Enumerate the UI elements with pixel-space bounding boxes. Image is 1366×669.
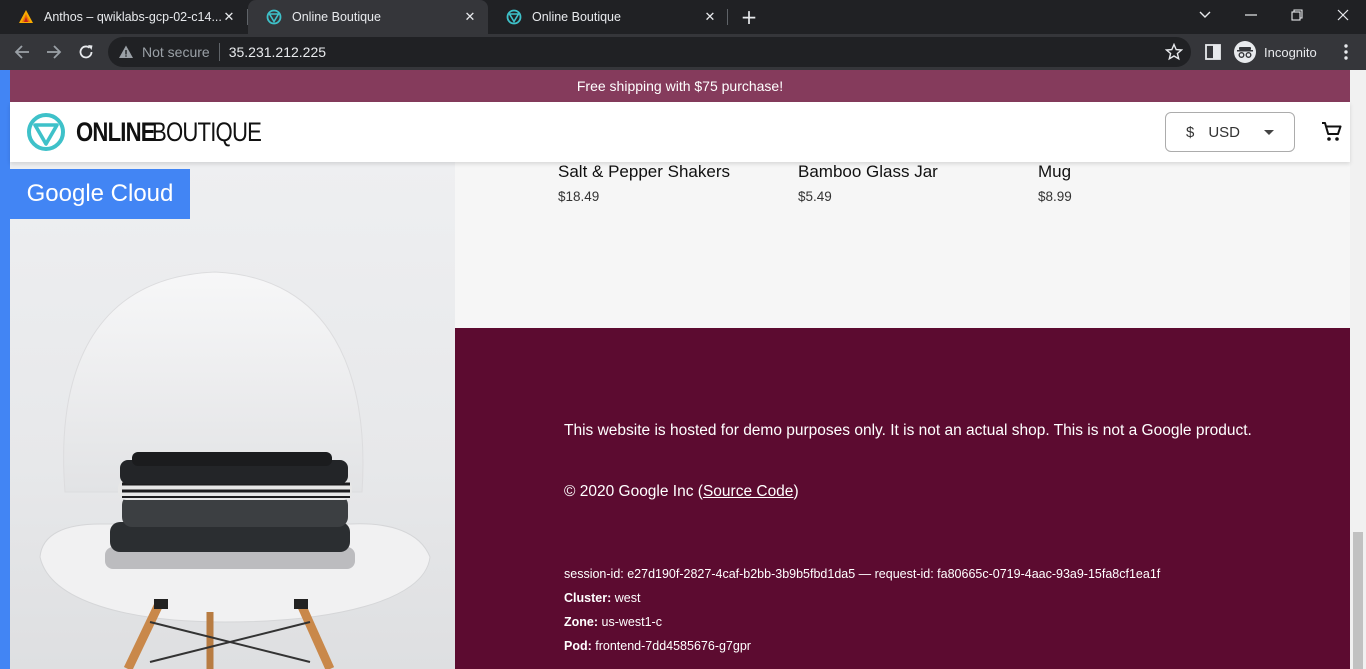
security-label[interactable]: Not secure [142,44,210,60]
session-info: session-id: e27d190f-2827-4caf-b2bb-3b9b… [564,567,1161,581]
tab-title: Anthos – qwiklabs-gcp-02-c14... [44,10,221,24]
address-bar[interactable]: Not secure 35.231.212.225 [108,37,1191,67]
logo-text-bold: ONLINE [76,116,156,147]
incognito-profile-button[interactable]: Incognito [1231,39,1327,65]
close-tab-icon[interactable]: ✕ [221,9,237,25]
currency-code: USD [1208,123,1241,141]
boutique-logo-icon [266,9,282,25]
product-card[interactable]: Bamboo Glass Jar $5.49 [798,162,938,204]
more-menu-icon[interactable] [1336,42,1356,62]
cluster-label: Cluster: [564,591,612,605]
tab-search-chevron-icon[interactable] [1182,0,1228,30]
source-code-link[interactable]: Source Code [703,483,793,500]
boutique-logo-icon [506,9,522,25]
left-accent-bar [0,70,10,669]
tab-anthos[interactable]: Anthos – qwiklabs-gcp-02-c14... ✕ [0,0,247,34]
forward-arrow-icon[interactable] [42,40,66,64]
cluster-value: west [614,591,641,605]
product-name[interactable]: Salt & Pepper Shakers [558,162,730,182]
warning-triangle-icon[interactable] [118,44,134,60]
side-panel-icon[interactable] [1204,43,1222,61]
pod-label: Pod: [564,639,592,653]
copyright-close: ) [793,483,799,500]
scrollbar-thumb[interactable] [1353,532,1363,669]
close-window-icon[interactable] [1320,0,1366,30]
tab-online-boutique-active[interactable]: Online Boutique ✕ [248,0,488,34]
close-tab-icon[interactable]: ✕ [702,9,718,25]
chair-with-clothes-illustration [39,271,431,669]
address-divider [218,43,220,61]
restore-icon[interactable] [1274,0,1320,30]
new-tab-button[interactable]: + [738,6,760,28]
product-card[interactable]: Salt & Pepper Shakers $18.49 [558,162,730,204]
reload-icon[interactable] [74,40,98,64]
banner-text: Free shipping with $75 purchase! [576,78,784,94]
site-footer: This website is hosted for demo purposes… [455,328,1350,669]
incognito-icon [1234,41,1256,63]
page-viewport: Free shipping with $75 purchase! ONLINE … [0,70,1366,669]
back-arrow-icon[interactable] [10,40,34,64]
close-tab-icon[interactable]: ✕ [462,9,478,25]
url-text[interactable]: 35.231.212.225 [229,44,326,60]
site-logo[interactable]: ONLINE BOUTIQUE [26,112,285,152]
browser-toolbar: Not secure 35.231.212.225 Incognito [0,34,1366,70]
profile-label: Incognito [1264,44,1317,60]
currency-symbol: $ [1186,123,1195,141]
zone-info: Zone: us-west1-c [564,615,662,629]
cluster-info: Cluster: west [564,591,640,605]
product-price: $18.49 [558,189,600,204]
product-name[interactable]: Mug [1038,162,1072,182]
product-grid: Salt & Pepper Shakers $18.49 Bamboo Glas… [455,162,1350,328]
pod-value: frontend-7dd4585676-g7gpr [595,639,751,653]
bookmark-star-icon[interactable] [1165,43,1183,61]
google-cloud-label: Google Cloud [26,180,174,207]
tab-strip: Anthos – qwiklabs-gcp-02-c14... ✕ Online… [0,0,1366,34]
minimize-icon[interactable] [1228,0,1274,30]
pod-info: Pod: frontend-7dd4585676-g7gpr [564,639,751,653]
logo-text-light: BOUTIQUE [152,116,262,147]
currency-select[interactable]: $ USD [1165,112,1295,152]
site-header: ONLINE BOUTIQUE $ USD [10,102,1350,162]
shopping-cart-icon[interactable] [1320,120,1344,144]
product-name[interactable]: Bamboo Glass Jar [798,162,938,182]
tab-online-boutique[interactable]: Online Boutique ✕ [488,0,728,34]
tab-divider [727,9,728,25]
dropdown-caret-icon [1264,130,1274,135]
promo-banner: Free shipping with $75 purchase! [10,70,1350,102]
zone-label: Zone: [564,615,599,629]
product-price: $8.99 [1038,189,1072,204]
footer-copyright: © 2020 Google Inc (Source Code) [564,483,799,501]
page-scrollbar[interactable] [1350,70,1366,669]
tab-title: Online Boutique [532,10,621,24]
zone-value: us-west1-c [601,615,662,629]
product-price: $5.49 [798,189,832,204]
product-card[interactable]: Mug $8.99 [1038,162,1072,204]
copyright-text: © 2020 Google Inc ( [564,483,703,500]
footer-disclaimer: This website is hosted for demo purposes… [564,422,1252,439]
google-cloud-badge: Google Cloud [10,169,190,219]
boutique-logo-icon [27,113,65,151]
tab-title: Online Boutique [292,10,381,24]
anthos-triangle-icon [19,10,33,23]
hero-image: Google Cloud [10,162,455,669]
